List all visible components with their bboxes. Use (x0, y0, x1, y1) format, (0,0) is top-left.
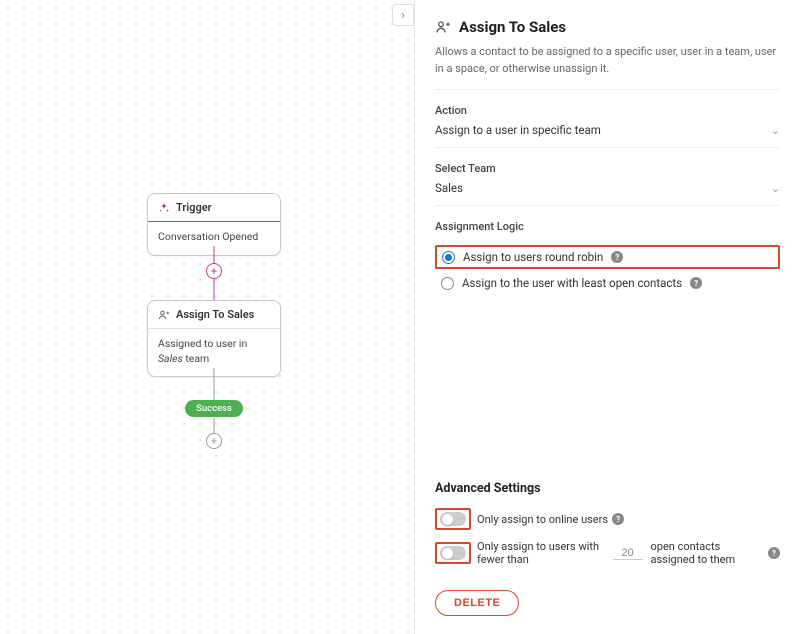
action-select[interactable]: Assign to a user in specific team ⌄ (435, 123, 780, 148)
radio-icon (442, 251, 455, 264)
radio-least-open[interactable]: Assign to the user with least open conta… (435, 272, 780, 294)
node-assign[interactable]: Assign To Sales Assigned to user in Sale… (147, 300, 281, 377)
team-select[interactable]: Sales ⌄ (435, 181, 780, 206)
success-badge: Success (185, 400, 243, 417)
help-icon[interactable]: ? (611, 251, 623, 263)
help-icon[interactable]: ? (612, 513, 624, 525)
workflow-canvas[interactable]: › Trigger Conversation Opened + Assign T… (0, 0, 414, 634)
connector-line (214, 418, 215, 434)
logic-label: Assignment Logic (435, 220, 780, 233)
node-assign-title: Assign To Sales (176, 308, 254, 321)
advanced-settings-title: Advanced Settings (435, 481, 780, 496)
help-icon[interactable]: ? (768, 547, 780, 559)
properties-panel: Assign To Sales Allows a contact to be a… (414, 0, 800, 634)
panel-description: Allows a contact to be assigned to a spe… (435, 44, 780, 90)
connector-line (214, 279, 215, 301)
add-step-button[interactable]: + (206, 263, 222, 279)
add-step-button[interactable]: + (206, 433, 222, 449)
toggle-online-users[interactable] (440, 512, 466, 526)
action-label: Action (435, 104, 780, 117)
node-trigger-title: Trigger (176, 201, 212, 214)
chevron-right-icon: › (401, 8, 405, 23)
assign-user-icon (158, 309, 170, 321)
delete-button[interactable]: DELETE (435, 590, 519, 616)
chevron-down-icon: ⌄ (771, 182, 780, 195)
radio-round-robin[interactable]: Assign to users round robin ? (435, 245, 780, 269)
panel-title: Assign To Sales (435, 18, 780, 36)
toggle-online-users-row: Only assign to online users ? (435, 508, 780, 530)
collapse-panel-button[interactable]: › (392, 4, 414, 26)
assign-user-icon (435, 19, 451, 35)
toggle-fewer-contacts[interactable] (440, 546, 466, 560)
fewer-than-input[interactable] (613, 547, 643, 560)
radio-icon (441, 277, 454, 290)
toggle-fewer-contacts-row: Only assign to users with fewer than ope… (435, 540, 780, 566)
chevron-down-icon: ⌄ (771, 124, 780, 137)
team-label: Select Team (435, 162, 780, 175)
help-icon[interactable]: ? (690, 277, 702, 289)
sparkle-icon (158, 202, 170, 214)
connector-line (214, 368, 215, 400)
